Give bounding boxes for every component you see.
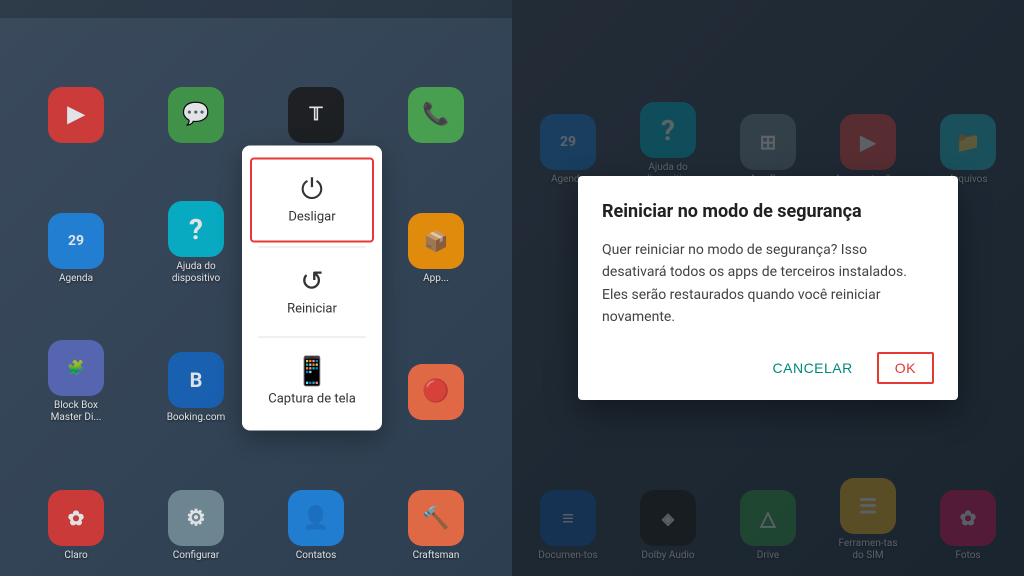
app-c4[interactable]: 🔴	[380, 297, 492, 428]
help-icon: ?	[168, 201, 224, 257]
app-ajuda[interactable]: ? Ajuda do dispositivo	[140, 159, 252, 290]
app-app4[interactable]: 📦 App...	[380, 159, 492, 290]
app-contacts[interactable]: 👤 Contatos	[260, 436, 372, 567]
config-icon: ⚙	[168, 490, 224, 546]
app-craftsman[interactable]: 🔨 Craftsman	[380, 436, 492, 567]
app-phone[interactable]: 📞	[380, 20, 492, 151]
dialog-overlay: Reiniciar no modo de segurança Quer rein…	[512, 0, 1024, 576]
screenshot-label: Captura de tela	[268, 392, 356, 407]
app-booking[interactable]: B Booking.com	[140, 297, 252, 428]
menu-divider-1	[258, 247, 366, 248]
app-claro[interactable]: ✿ Claro	[20, 436, 132, 567]
youtube-icon: ▶	[48, 87, 104, 143]
craftsman-icon: 🔨	[408, 490, 464, 546]
dialog-actions: CANCELAR OK	[602, 352, 934, 384]
app-blockbox-label: Block Box Master Di...	[41, 400, 111, 424]
craft-icon: 🔴	[408, 364, 464, 420]
cancel-button[interactable]: CANCELAR	[757, 352, 869, 384]
dialog-body: Quer reiniciar no modo de segurança? Iss…	[602, 239, 934, 329]
screenshot-icon: 📱	[295, 358, 330, 386]
agenda-icon: 29	[48, 213, 104, 269]
right-panel: 29 Agenda ? Ajuda do dispositivo ⊞ App B…	[512, 0, 1024, 576]
app-ajuda-label: Ajuda do dispositivo	[161, 261, 231, 285]
app-claro-label: Claro	[64, 550, 87, 562]
phone-icon: 📞	[408, 87, 464, 143]
restart-icon: ↺	[300, 268, 323, 296]
app-app4-label: App...	[423, 273, 449, 285]
contacts-icon: 👤	[288, 490, 344, 546]
app-craftsman-label: Craftsman	[413, 550, 460, 562]
booking-icon: B	[168, 352, 224, 408]
claro-icon: ✿	[48, 490, 104, 546]
power-off-label: Desligar	[288, 210, 335, 225]
ok-button[interactable]: OK	[877, 352, 934, 384]
screenshot-button[interactable]: 📱 Captura de tela	[242, 342, 382, 423]
app4-icon: 📦	[408, 213, 464, 269]
restart-button[interactable]: ↺ Reiniciar	[242, 252, 382, 333]
app-agenda[interactable]: 29 Agenda	[20, 159, 132, 290]
app-agenda-label: Agenda	[59, 273, 93, 285]
whatsapp-icon: 💬	[168, 87, 224, 143]
app-config[interactable]: ⚙ Configurar	[140, 436, 252, 567]
app-tiktok[interactable]: 𝕋	[260, 20, 372, 151]
app-blockbox[interactable]: 🧩 Block Box Master Di...	[20, 297, 132, 428]
power-menu: ⏻ Desligar ↺ Reiniciar 📱 Captura de tela	[242, 146, 382, 431]
power-off-icon: ⏻	[301, 176, 323, 204]
app-whatsapp[interactable]: 💬	[140, 20, 252, 151]
app-youtube[interactable]: ▶	[20, 20, 132, 151]
app-contacts-label: Contatos	[296, 550, 336, 562]
restart-label: Reiniciar	[287, 302, 337, 317]
status-bar-left	[0, 0, 512, 18]
left-panel: ▶ 💬 𝕋 📞 29 Agenda ? Ajuda do dispositivo…	[0, 0, 512, 576]
app-config-label: Configurar	[173, 550, 219, 562]
power-off-button[interactable]: ⏻ Desligar	[250, 158, 374, 243]
blockbox-icon: 🧩	[48, 340, 104, 396]
tiktok-icon: 𝕋	[288, 87, 344, 143]
menu-divider-2	[258, 337, 366, 338]
dialog-title: Reiniciar no modo de segurança	[602, 200, 934, 223]
confirm-dialog: Reiniciar no modo de segurança Quer rein…	[578, 176, 958, 401]
app-booking-label: Booking.com	[167, 412, 226, 424]
